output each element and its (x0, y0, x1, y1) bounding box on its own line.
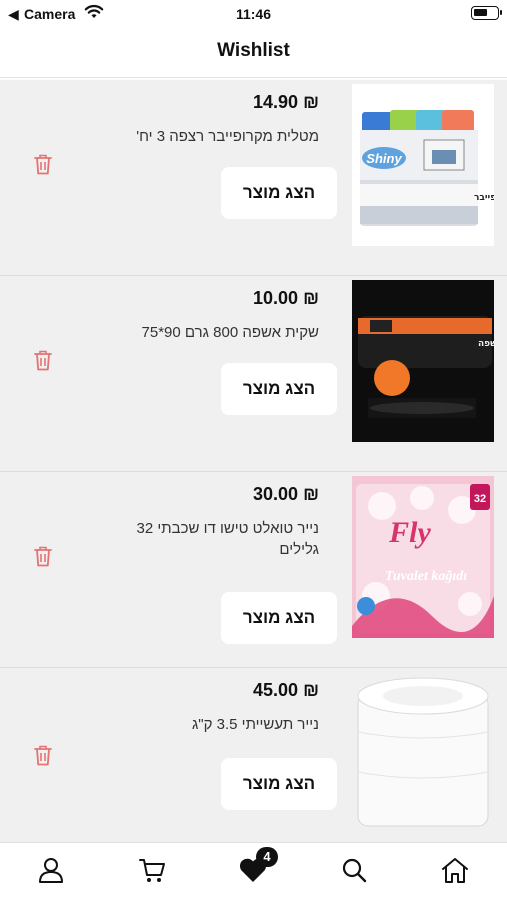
view-product-button[interactable]: הצג מוצר (221, 167, 337, 219)
page-title: Wishlist (217, 40, 290, 61)
tab-wishlist[interactable]: 4 (236, 847, 278, 887)
currency-symbol: ₪ (303, 288, 319, 308)
tab-bar: 4 (0, 842, 507, 900)
currency-symbol: ₪ (303, 680, 319, 700)
package-text-microfiber: 3 מטליות מיקרופייבר (474, 193, 494, 203)
tab-profile[interactable] (34, 853, 68, 887)
wishlist-item: שקיות אשפה ₪ 10.00 שקית אשפה 800 גרם 90*… (0, 276, 507, 472)
item-price: ₪ 45.00 (253, 680, 319, 701)
item-name: מטלית מקרופייבר רצפה 3 יח' (136, 128, 319, 145)
status-time: 11:46 (235, 6, 272, 22)
item-price-value: 30.00 (253, 484, 299, 504)
wishlist-count-badge: 4 (256, 847, 278, 867)
product-image-toilet-paper[interactable]: Fly Tuvalet kağıdı 32 (352, 476, 494, 638)
item-price: ₪ 30.00 (253, 484, 319, 505)
cart-icon (139, 859, 165, 882)
battery-level (474, 9, 487, 16)
view-product-button[interactable]: הצג מוצר (221, 758, 337, 810)
product-image-microfiber-cloth[interactable]: Shiny 3 מטליות מיקרופייבר (352, 84, 494, 246)
trash-icon[interactable] (32, 743, 54, 767)
battery-icon (471, 6, 502, 20)
item-price: ₪ 10.00 (253, 288, 319, 309)
trash-icon[interactable] (32, 348, 54, 372)
wishlist-list[interactable]: Shiny 3 מטליות מיקרופייבר ₪ 14.90 מטלית … (0, 80, 507, 842)
item-price-value: 14.90 (253, 92, 299, 112)
item-price: ₪ 14.90 (253, 92, 319, 113)
view-product-button[interactable]: הצג מוצר (221, 363, 337, 415)
wishlist-item: ₪ 45.00 נייר תעשייתי 3.5 ק"ג הצג מוצר (0, 668, 507, 842)
brand-shiny-text: Shiny (366, 151, 402, 166)
search-icon (342, 858, 367, 883)
item-price-value: 45.00 (253, 680, 299, 700)
nav-header: Wishlist (0, 28, 507, 78)
currency-symbol: ₪ (303, 92, 319, 112)
brand-fly-text: Fly (388, 516, 431, 549)
item-name: שקית אשפה 800 גרם 90*75 (141, 324, 320, 341)
item-name: נייר טואלט טישו דו שכבתי 32 גלילים (136, 520, 319, 558)
product-subtext: Tuvalet kağıdı (385, 569, 467, 584)
tab-cart[interactable] (135, 853, 169, 887)
home-icon (442, 858, 468, 883)
product-image-industrial-paper[interactable] (352, 672, 494, 834)
status-bar: ◀ Camera 11:46 (0, 0, 507, 28)
item-price-value: 10.00 (253, 288, 299, 308)
trash-icon[interactable] (32, 152, 54, 176)
package-text-trash-bags: שקיות אשפה (478, 339, 494, 349)
roll-count-badge: 32 (474, 493, 486, 505)
wishlist-item: Shiny 3 מטליות מיקרופייבר ₪ 14.90 מטלית … (0, 80, 507, 276)
tab-home[interactable] (438, 853, 472, 887)
wishlist-item: Fly Tuvalet kağıdı 32 ₪ 30.00 נייר טואלט… (0, 472, 507, 668)
view-product-button[interactable]: הצג מוצר (221, 592, 337, 644)
user-icon (39, 858, 63, 883)
product-image-trash-bags[interactable]: שקיות אשפה (352, 280, 494, 442)
trash-icon[interactable] (32, 544, 54, 568)
tab-search[interactable] (337, 853, 371, 887)
currency-symbol: ₪ (303, 484, 319, 504)
item-name: נייר תעשייתי 3.5 ק"ג (191, 716, 319, 733)
